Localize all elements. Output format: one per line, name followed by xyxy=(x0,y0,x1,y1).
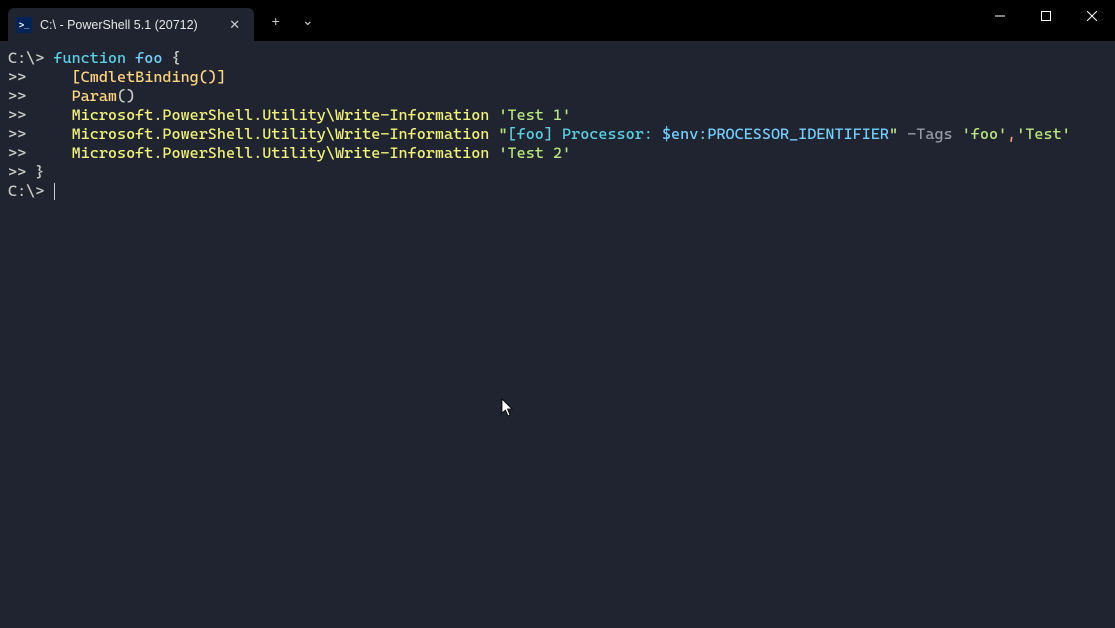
terminal-text xyxy=(898,125,907,143)
close-icon xyxy=(1087,11,1097,21)
terminal-surface[interactable]: C:\> function foo {>> [CmdletBinding()]>… xyxy=(0,41,1115,628)
close-tab-button[interactable]: ✕ xyxy=(226,16,244,34)
terminal-text: () xyxy=(117,87,135,105)
maximize-icon xyxy=(1041,11,1051,21)
terminal-text: foo xyxy=(135,49,162,67)
new-tab-button[interactable]: + xyxy=(260,5,292,37)
terminal-tab[interactable]: >_ C:\ - PowerShell 5.1 (20712) ✕ xyxy=(8,8,254,41)
terminal-text: [foo] Processor: xyxy=(508,125,662,143)
maximize-button[interactable] xyxy=(1023,0,1069,32)
close-window-button[interactable] xyxy=(1069,0,1115,32)
terminal-text: >> xyxy=(8,87,72,105)
terminal-text: 'Test 2' xyxy=(498,144,571,162)
tab-dropdown-button[interactable]: ⌄ xyxy=(292,5,324,37)
terminal-line: C:\> xyxy=(8,182,1115,201)
tab-title: C:\ - PowerShell 5.1 (20712) xyxy=(40,18,218,32)
minimize-button[interactable] xyxy=(977,0,1023,32)
terminal-text xyxy=(126,49,135,67)
terminal-text: Param xyxy=(72,87,117,105)
terminal-text: >> xyxy=(8,106,72,124)
text-cursor xyxy=(54,183,55,200)
terminal-text: , xyxy=(1007,125,1016,143)
powershell-icon: >_ xyxy=(16,17,32,33)
terminal-text: -Tags xyxy=(907,125,952,143)
terminal-text: Microsoft.PowerShell.Utility\Write-Infor… xyxy=(72,125,490,143)
terminal-text: function xyxy=(53,49,126,67)
terminal-text: { xyxy=(162,49,180,67)
terminal-line: >> Param() xyxy=(8,87,1115,106)
terminal-line: C:\> function foo { xyxy=(8,49,1115,68)
terminal-text: 'foo' xyxy=(962,125,1007,143)
terminal-line: >> } xyxy=(8,163,1115,182)
tab-actions: + ⌄ xyxy=(260,0,324,41)
window-controls xyxy=(977,0,1115,32)
terminal-text: >> xyxy=(8,68,72,86)
terminal-text: 'Test' xyxy=(1016,125,1071,143)
terminal-line: >> Microsoft.PowerShell.Utility\Write-In… xyxy=(8,144,1115,163)
terminal-line: >> [CmdletBinding()] xyxy=(8,68,1115,87)
terminal-text: 'Test 1' xyxy=(498,106,571,124)
terminal-text: " xyxy=(889,125,898,143)
terminal-text: >> xyxy=(8,125,72,143)
terminal-text: Microsoft.PowerShell.Utility\Write-Infor… xyxy=(72,144,490,162)
terminal-text: C:\> xyxy=(8,49,53,67)
terminal-text: Microsoft.PowerShell.Utility\Write-Infor… xyxy=(72,106,490,124)
terminal-line: >> Microsoft.PowerShell.Utility\Write-In… xyxy=(8,125,1115,144)
terminal-text: [CmdletBinding()] xyxy=(72,68,226,86)
titlebar: >_ C:\ - PowerShell 5.1 (20712) ✕ + ⌄ xyxy=(0,0,1115,41)
minimize-icon xyxy=(995,11,1005,21)
terminal-text: >> xyxy=(8,144,72,162)
terminal-text: C:\> xyxy=(8,182,53,200)
terminal-text: >> } xyxy=(8,163,44,181)
mouse-cursor-icon xyxy=(501,398,515,418)
terminal-text: $env:PROCESSOR_IDENTIFIER xyxy=(662,125,889,143)
terminal-text xyxy=(953,125,962,143)
terminal-text: " xyxy=(498,125,507,143)
terminal-line: >> Microsoft.PowerShell.Utility\Write-In… xyxy=(8,106,1115,125)
